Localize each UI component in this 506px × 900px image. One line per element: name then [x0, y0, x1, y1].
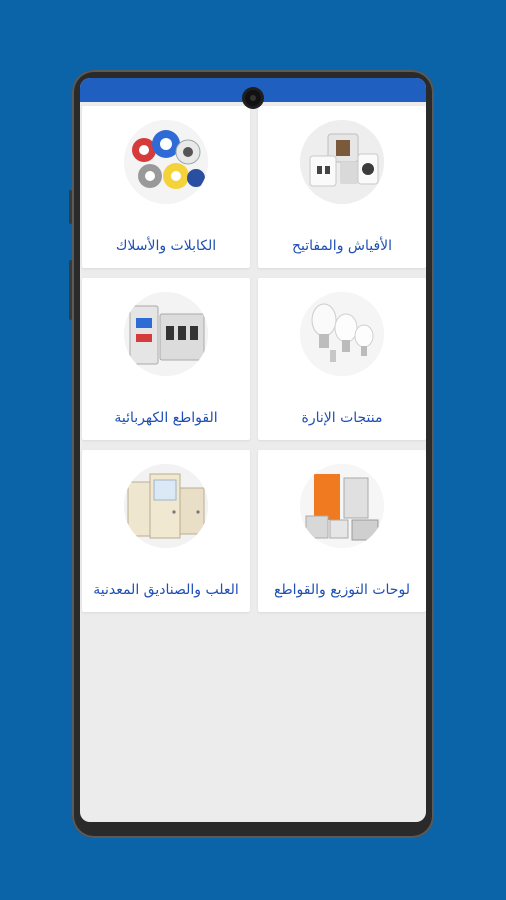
category-label: الأفياش والمفاتيح	[291, 238, 393, 254]
category-label: القواطع الكهربائية	[114, 410, 218, 426]
category-label: لوحات التوزيع والقواطع	[274, 582, 410, 598]
cable-reels-icon	[124, 120, 208, 204]
category-card-cables-wires[interactable]: الكابلات والأسلاك	[82, 106, 250, 268]
category-label: العلب والصناديق المعدنية	[93, 582, 239, 598]
socket-switch-icon	[300, 120, 384, 204]
light-bulb-icon	[300, 292, 384, 376]
category-card-metal-boxes[interactable]: العلب والصناديق المعدنية	[82, 450, 250, 612]
metal-box-icon	[124, 464, 208, 548]
volume-button	[69, 190, 72, 224]
category-card-sockets-switches[interactable]: الأفياش والمفاتيح	[258, 106, 426, 268]
front-camera	[245, 90, 261, 106]
category-card-circuit-breakers[interactable]: القواطع الكهربائية	[82, 278, 250, 440]
category-label: منتجات الإنارة	[301, 410, 383, 426]
category-label: الكابلات والأسلاك	[115, 238, 217, 254]
category-card-distribution-boards[interactable]: لوحات التوزيع والقواطع	[258, 450, 426, 612]
phone-frame: الأفياش والمفاتيح الكابلات والأسلاك منتج…	[69, 70, 434, 838]
category-card-lighting[interactable]: منتجات الإنارة	[258, 278, 426, 440]
distribution-board-icon	[300, 464, 384, 548]
app-screen: الأفياش والمفاتيح الكابلات والأسلاك منتج…	[80, 78, 426, 822]
side-button	[69, 260, 72, 320]
circuit-breaker-icon	[124, 292, 208, 376]
